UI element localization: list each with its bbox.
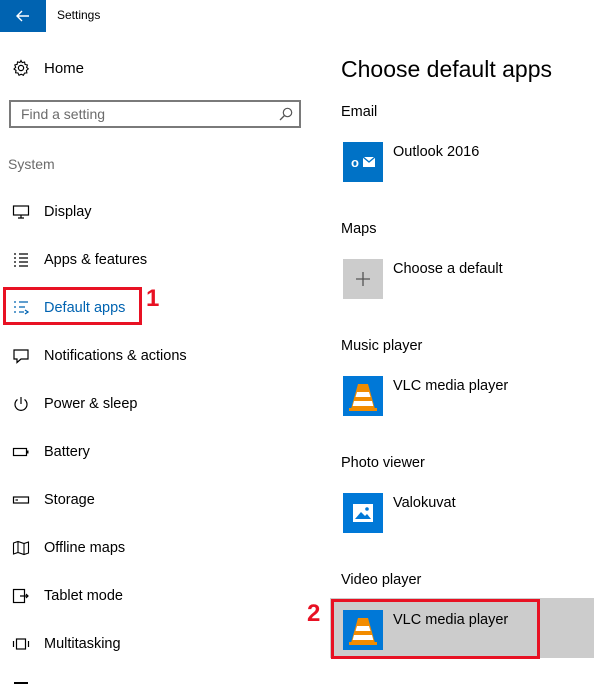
nav-label: Offline maps [44,540,126,556]
default-app-email[interactable]: o Outlook 2016 [343,142,479,182]
map-icon [12,539,30,557]
nav-label: Tablet mode [44,588,123,604]
nav-item-display[interactable]: Display [12,201,92,223]
nav-item-offline-maps[interactable]: Offline maps [12,537,125,559]
search-input[interactable] [11,102,281,126]
plus-icon [343,259,383,299]
section-heading: System [8,156,55,172]
annotation-box-video-player [331,599,540,659]
back-button[interactable] [0,0,46,32]
list-icon [12,251,30,269]
back-arrow-icon [16,10,29,22]
power-icon [12,395,30,413]
svg-text:o: o [351,155,359,170]
app-name: Choose a default [393,261,503,277]
search-box[interactable] [9,100,301,128]
photos-icon [343,493,383,533]
default-app-maps[interactable]: Choose a default [343,259,503,299]
category-photo-label: Photo viewer [341,455,425,471]
category-video-label: Video player [341,572,422,588]
title-bar: Settings [0,0,594,32]
tablet-icon [12,587,30,605]
vlc-icon [343,376,383,416]
nav-item-battery[interactable]: Battery [12,441,90,463]
app-name: Outlook 2016 [393,144,480,160]
gear-icon [13,59,30,77]
annotation-box-default-apps [3,287,142,325]
battery-icon [12,443,30,461]
default-app-photo[interactable]: Valokuvat [343,493,456,533]
search-icon[interactable] [279,107,293,121]
nav-item-multitasking[interactable]: Multitasking [12,633,121,655]
app-name: Valokuvat [393,495,456,511]
nav-label: Multitasking [44,636,121,652]
nav-item-tablet-mode[interactable]: Tablet mode [12,585,123,607]
annotation-marker-2: 2 [307,600,321,627]
page-title: Choose default apps [341,56,552,82]
nav-item-power-sleep[interactable]: Power & sleep [12,393,138,415]
category-maps-label: Maps [341,221,377,237]
home-link[interactable]: Home [12,58,84,78]
nav-item-notifications[interactable]: Notifications & actions [12,345,187,367]
window-title: Settings [57,8,101,22]
nav-label: Battery [44,444,90,460]
storage-icon [12,491,30,509]
outlook-icon: o [343,142,383,182]
nav-label: Display [44,204,92,220]
home-label: Home [44,59,85,77]
display-icon [12,203,30,221]
category-music-label: Music player [341,338,423,354]
nav-label: Storage [44,492,95,508]
nav-label: Power & sleep [44,396,138,412]
nav-label: Apps & features [44,252,148,268]
multitasking-icon [12,635,30,653]
category-email-label: Email [341,104,378,120]
notification-icon [12,347,30,365]
app-name: VLC media player [393,378,509,394]
default-app-music[interactable]: VLC media player [343,376,508,416]
nav-label: Notifications & actions [44,348,187,364]
annotation-marker-1: 1 [146,285,160,312]
nav-item-apps-features[interactable]: Apps & features [12,249,147,271]
nav-item-storage[interactable]: Storage [12,489,95,511]
nav-item-partial [14,682,28,684]
